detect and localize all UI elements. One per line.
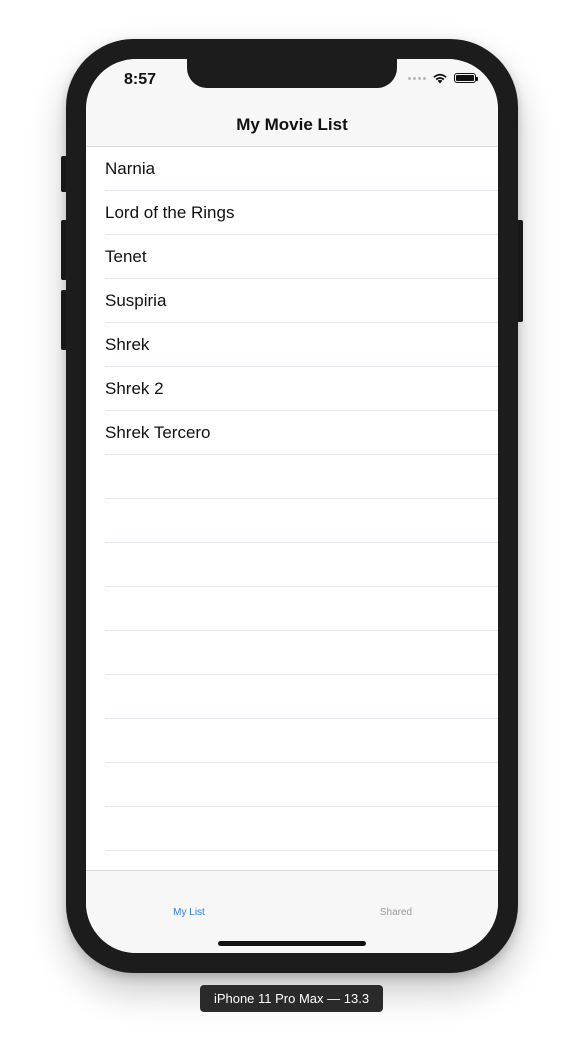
movie-title: Shrek Tercero: [105, 423, 211, 442]
list-item[interactable]: Narnia: [86, 147, 498, 191]
tab-shared[interactable]: Shared: [336, 907, 456, 918]
empty-row: [86, 763, 498, 807]
list-item[interactable]: Lord of the Rings: [86, 191, 498, 235]
status-time: 8:57: [124, 71, 157, 88]
simulator-stage: My Movie List 8:57 Narnia Lord of the Rin…: [0, 0, 584, 1048]
tab-my-list[interactable]: My List: [129, 907, 249, 918]
list-item[interactable]: Shrek: [86, 323, 498, 367]
movie-title: Narnia: [105, 159, 156, 178]
phone-screen: My Movie List 8:57 Narnia Lord of the Rin…: [86, 59, 498, 953]
battery-icon: [454, 73, 478, 83]
status-indicators: [408, 72, 478, 84]
empty-row: [86, 719, 498, 763]
empty-row: [86, 587, 498, 631]
empty-row: [86, 675, 498, 719]
list-item[interactable]: Suspiria: [86, 279, 498, 323]
empty-row: [86, 543, 498, 587]
list-item[interactable]: Shrek Tercero: [86, 411, 498, 455]
cellular-signal-icon: [408, 76, 426, 80]
empty-row: [86, 455, 498, 499]
movie-title: Tenet: [105, 247, 147, 266]
device-label: iPhone 11 Pro Max — 13.3: [200, 985, 383, 1012]
movie-title: Lord of the Rings: [105, 203, 235, 222]
empty-row: [86, 631, 498, 675]
empty-row: [86, 499, 498, 543]
wifi-icon: [433, 73, 447, 84]
movie-title: Shrek: [105, 335, 150, 354]
movie-title: Suspiria: [105, 291, 167, 310]
list-item[interactable]: Tenet: [86, 235, 498, 279]
notch: [187, 59, 397, 88]
movie-title: Shrek 2: [105, 379, 164, 398]
page-title: My Movie List: [236, 115, 348, 134]
home-indicator[interactable]: [218, 941, 366, 946]
list-item[interactable]: Shrek 2: [86, 367, 498, 411]
movie-list[interactable]: Narnia Lord of the Rings Tenet Suspiria Shre…: [86, 147, 498, 870]
empty-row: [86, 851, 498, 870]
empty-row: [86, 807, 498, 851]
